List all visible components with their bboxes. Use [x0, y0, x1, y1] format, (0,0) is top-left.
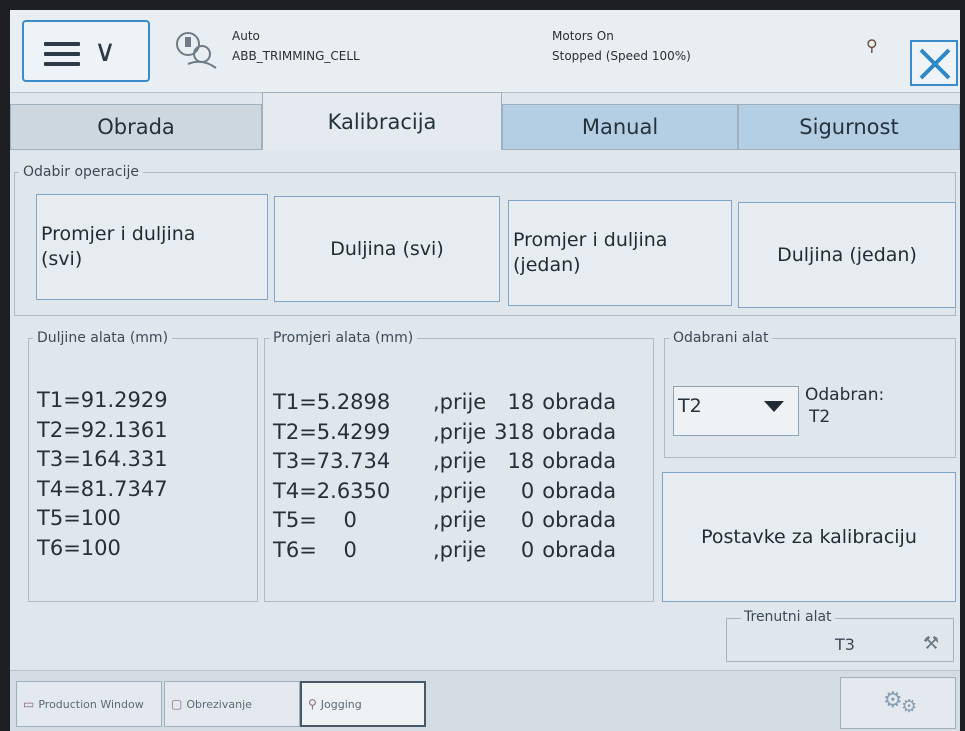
- taskbar-jogging[interactable]: ⚲ Jogging: [300, 681, 426, 727]
- taskbar: ▭ Production Window ▢ Obrezivanje ⚲ Jogg…: [10, 670, 960, 731]
- selected-tool-label: Odabran: T2: [805, 385, 885, 427]
- tool-length-item: T1=91.2929: [37, 388, 168, 412]
- tab-sigurnost[interactable]: Sigurnost: [738, 104, 960, 150]
- tool-dropdown[interactable]: T2: [673, 386, 799, 436]
- diameter-row: T6= 0 ,prije 0 obrada: [273, 537, 617, 562]
- tool-lengths-list: T1=91.2929 T2=92.1361 T3=164.331 T4=81.7…: [37, 386, 168, 563]
- tool-diameters-group: Promjeri alata (mm) T1=5.2898 ,prije 18 obr…: [264, 330, 654, 602]
- wrench-icon: ⚒: [923, 633, 940, 654]
- tool-length-item: T5=100: [37, 506, 121, 530]
- selected-tool-group: Odabrani alat T2 Odabran: T2: [664, 330, 956, 458]
- tool-length-item: T6=100: [37, 535, 121, 560]
- tool-diameters-list: T1=5.2898 ,prije 18 obrada T2=5.4299 ,prije 3…: [273, 388, 616, 565]
- current-tool-legend: Trenutni alat: [741, 609, 835, 625]
- calibration-settings-button[interactable]: Postavke za kalibraciju: [662, 472, 956, 602]
- operation-legend: Odabir operacije: [23, 164, 139, 180]
- tool-length-item: T3=164.331: [37, 447, 168, 471]
- current-tool-box: Trenutni alat T3 ⚒: [726, 609, 954, 662]
- chevron-down-icon: ∨: [94, 34, 116, 69]
- quickset-button[interactable]: ⚙ ⚙: [840, 677, 956, 729]
- motors-state: Motors On: [552, 29, 614, 43]
- production-icon: ▭: [23, 697, 35, 711]
- tool-lengths-group: Duljine alata (mm) T1=91.2929 T2=92.1361…: [28, 330, 258, 602]
- diameter-length-all-button[interactable]: Promjer i duljina (svi): [36, 194, 268, 300]
- jogging-icon: ⚲: [308, 697, 317, 711]
- tab-obrada[interactable]: Obrada: [10, 104, 262, 150]
- selected-tool-legend: Odabrani alat: [673, 330, 769, 346]
- hamburger-menu-icon: [44, 42, 80, 72]
- tab-kalibracija[interactable]: Kalibracija: [262, 92, 502, 150]
- main-menu-button[interactable]: ∨: [22, 20, 150, 82]
- status-bar: ∨ Auto ABB_TRIMMING_CELL Motors On Stopp…: [10, 10, 960, 93]
- diameter-row: T4=2.6350 ,prije 0 obrada: [273, 478, 617, 503]
- cell-name: ABB_TRIMMING_CELL: [232, 49, 360, 63]
- current-tool-value: T3: [835, 635, 855, 654]
- close-button[interactable]: [910, 40, 958, 86]
- motor-status: Motors On Stopped (Speed 100%): [552, 26, 691, 66]
- taskbar-obrezivanje[interactable]: ▢ Obrezivanje: [164, 681, 300, 727]
- user-icon[interactable]: [168, 24, 224, 80]
- taskbar-production-window[interactable]: ▭ Production Window: [16, 681, 162, 727]
- length-one-button[interactable]: Duljina (jedan): [738, 202, 956, 308]
- diameter-row: T5= 0 ,prije 0 obrada: [273, 508, 617, 532]
- length-all-button[interactable]: Duljina (svi): [274, 196, 500, 302]
- diameter-row: T2=5.4299 ,prije 318 obrada: [273, 419, 617, 444]
- program-state: Stopped (Speed 100%): [552, 49, 691, 63]
- pin-icon: ⚲: [866, 36, 878, 55]
- tool-length-item: T4=81.7347: [37, 476, 168, 501]
- tab-manual[interactable]: Manual: [502, 104, 738, 150]
- tool-lengths-legend: Duljine alata (mm): [37, 330, 169, 346]
- tool-length-item: T2=92.1361: [37, 417, 168, 442]
- tab-bar: Obrada Kalibracija Manual Sigurnost: [10, 92, 960, 150]
- tool-diameters-legend: Promjeri alata (mm): [273, 330, 414, 346]
- calibration-panel: Odabir operacije Promjer i duljina (svi) …: [10, 150, 960, 670]
- diameter-row: T3=73.734 ,prije 18 obrada: [273, 449, 617, 473]
- gear-icon: ⚙: [901, 696, 918, 717]
- flexpendant-screen: ∨ Auto ABB_TRIMMING_CELL Motors On Stopp…: [10, 10, 960, 731]
- tool-dropdown-value: T2: [678, 395, 702, 417]
- close-icon: [919, 48, 951, 80]
- gear-icon: ⚙: [883, 688, 903, 713]
- diameter-length-one-button[interactable]: Promjer i duljina (jedan): [508, 200, 732, 306]
- controller-status: Auto ABB_TRIMMING_CELL: [232, 26, 360, 66]
- diameter-row: T1=5.2898 ,prije 18 obrada: [273, 390, 617, 414]
- dropdown-arrow-icon: [764, 401, 784, 412]
- program-icon: ▢: [171, 697, 183, 711]
- operating-mode: Auto: [232, 29, 260, 43]
